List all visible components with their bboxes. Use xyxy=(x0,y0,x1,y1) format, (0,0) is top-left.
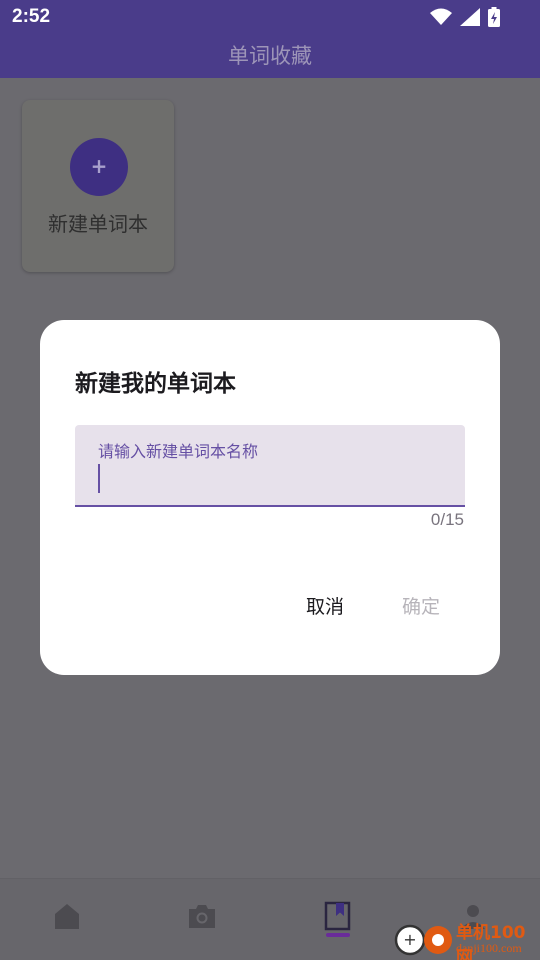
camera-icon xyxy=(189,905,215,928)
nav-selected-indicator xyxy=(326,933,350,937)
nav-item-bookmark[interactable] xyxy=(324,901,354,937)
wordbook-name-label: 请输入新建单词本名称 xyxy=(98,442,259,461)
screen: 2:52 单词收藏 + 新建单词本 新建我的单词本 请输入新建单词本名称 0/1… xyxy=(0,0,540,960)
watermark: + 单机100网 danji100.com xyxy=(392,914,540,960)
status-icons xyxy=(430,7,500,27)
cancel-button[interactable]: 取消 xyxy=(306,592,344,619)
bookmark-icon xyxy=(324,901,351,931)
confirm-button[interactable]: 确定 xyxy=(402,592,440,619)
home-icon xyxy=(55,904,79,929)
cellular-signal-icon xyxy=(460,8,480,26)
status-bar: 2:52 xyxy=(0,0,540,36)
battery-charging-icon xyxy=(488,7,500,27)
watermark-url: danji100.com xyxy=(456,941,522,955)
status-time: 2:52 xyxy=(12,6,51,27)
text-cursor xyxy=(98,464,100,493)
add-icon: + xyxy=(70,138,128,196)
app-bar: 单词收藏 xyxy=(0,36,540,78)
nav-item-home[interactable] xyxy=(52,901,82,937)
new-wordbook-card[interactable]: + 新建单词本 xyxy=(22,100,174,272)
wifi-icon xyxy=(430,8,452,25)
svg-text:+: + xyxy=(403,930,416,949)
wordbook-name-field[interactable]: 请输入新建单词本名称 xyxy=(75,425,465,507)
page-title: 单词收藏 xyxy=(228,44,312,68)
new-wordbook-label: 新建单词本 xyxy=(48,212,148,236)
dialog-title: 新建我的单词本 xyxy=(75,371,236,397)
nav-item-camera[interactable] xyxy=(187,901,217,937)
char-counter: 0/15 xyxy=(430,510,464,529)
watermark-logo-icon: + xyxy=(394,924,452,956)
new-wordbook-dialog: 新建我的单词本 请输入新建单词本名称 0/15 取消 确定 xyxy=(40,320,500,675)
